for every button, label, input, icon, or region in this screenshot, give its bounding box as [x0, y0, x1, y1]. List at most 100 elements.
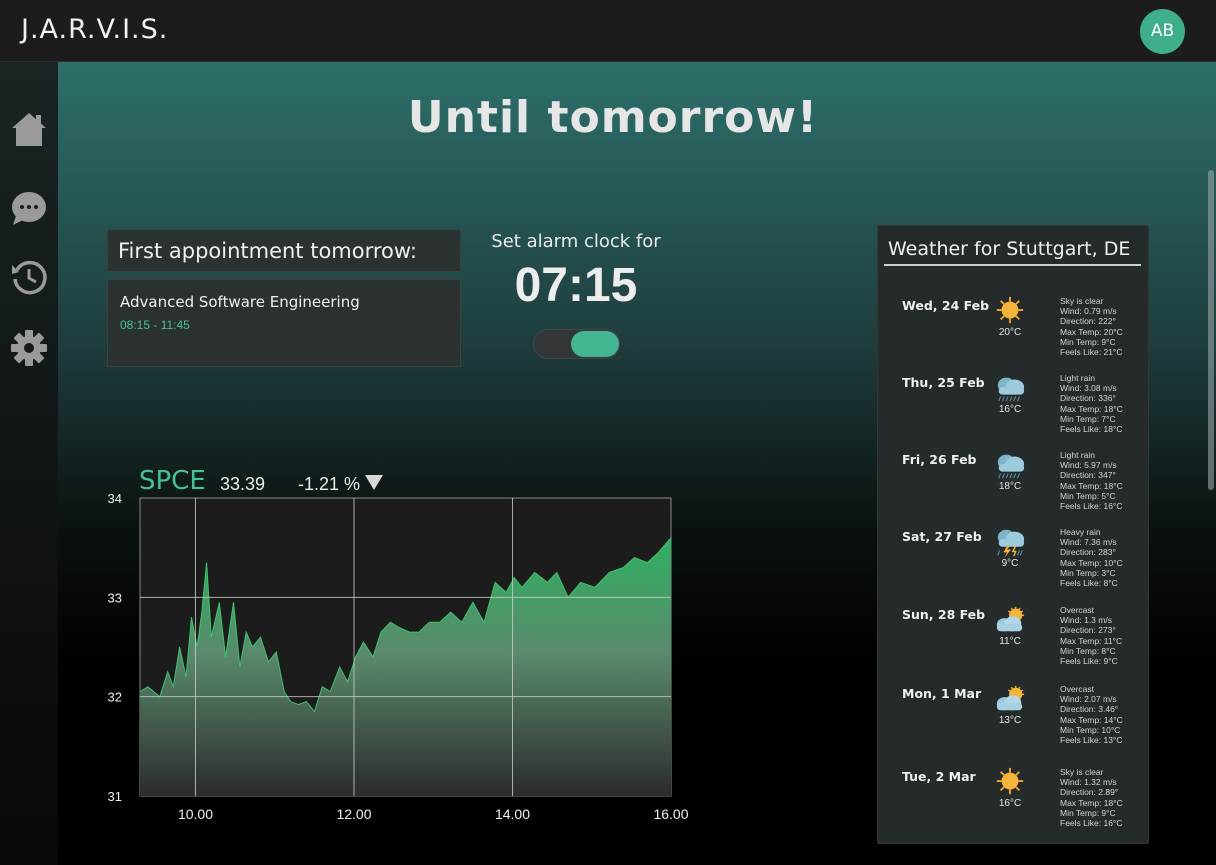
weather-day-row: Thu, 25 Feb 16°C Light rain Wind: 3.08 m/s D…: [878, 373, 1150, 445]
weather-day-row: Sat, 27 Feb 9°C Heavy rain Wind: 7.36 m/s Di…: [878, 527, 1150, 599]
weather-date: Thu, 25 Feb: [902, 375, 985, 390]
weather-max-temp: Max Temp: 14°C: [1060, 714, 1123, 725]
weather-min-temp: Min Temp: 3°C: [1060, 567, 1116, 578]
top-bar: J.A.R.V.I.S. AB: [0, 0, 1216, 62]
weather-desc: Overcast: [1060, 605, 1095, 615]
weather-temp: 11°C: [999, 636, 1021, 647]
scrollbar[interactable]: [1208, 170, 1214, 490]
page-heading: Until tomorrow!: [407, 92, 819, 143]
weather-max-temp: Max Temp: 18°C: [1060, 797, 1123, 808]
weather-min-temp: Min Temp: 7°C: [1060, 413, 1116, 424]
weather-details: Heavy rain Wind: 7.36 m/s Direction: 283° M…: [1060, 527, 1150, 588]
weather-min-temp: Min Temp: 9°C: [1060, 336, 1116, 347]
weather-max-temp: Max Temp: 20°C: [1060, 326, 1123, 337]
sun-icon: [996, 296, 1024, 324]
weather-max-temp: Max Temp: 11°C: [1060, 635, 1123, 646]
weather-feels-like: Feels Like: 21°C: [1060, 347, 1123, 358]
y-tick-label: 32: [108, 690, 122, 705]
weather-max-temp: Max Temp: 18°C: [1060, 480, 1123, 491]
weather-direction: Direction: 273°: [1060, 625, 1116, 636]
weather-temp: 16°C: [998, 404, 1022, 415]
weather-feels-like: Feels Like: 9°C: [1060, 656, 1118, 667]
chat-icon[interactable]: [10, 189, 48, 227]
partly-cloudy-icon: [996, 606, 1025, 632]
weather-wind: Wind: 1.3 m/s: [1060, 615, 1112, 626]
weather-panel: Weather for Stuttgart, DE Wed, 24 Feb 20°…: [877, 225, 1149, 844]
sidebar: [0, 62, 58, 865]
user-avatar[interactable]: AB: [1140, 9, 1185, 54]
weather-min-temp: Min Temp: 9°C: [1060, 807, 1116, 818]
weather-wind: Wind: 7.36 m/s: [1060, 537, 1117, 548]
weather-wind: Wind: 3.08 m/s: [1060, 383, 1117, 394]
y-tick-label: 31: [108, 789, 122, 804]
weather-desc: Sky is clear: [1060, 767, 1104, 777]
app-title: J.A.R.V.I.S.: [21, 14, 169, 45]
partly-cloudy-icon: [996, 685, 1025, 711]
weather-direction: Direction: 283°: [1060, 547, 1116, 558]
stock-chart: 10.00 12.00 14.00 16.00 31 32 33 34: [108, 491, 689, 822]
weather-date: Mon, 1 Mar: [902, 686, 982, 701]
weather-feels-like: Feels Like: 16°C: [1060, 501, 1123, 512]
x-tick-label: 12.00: [336, 806, 371, 822]
home-icon[interactable]: [10, 110, 48, 148]
weather-day-row: Tue, 2 Mar 16°C Sky is clear Wind: 1.32 m/s…: [878, 767, 1150, 839]
weather-divider: [884, 264, 1141, 266]
weather-day-row: Sun, 28 Feb 11°C Overcast Wind: 1.3 m/s Dire…: [878, 605, 1150, 677]
weather-wind: Wind: 0.79 m/s: [1060, 306, 1117, 317]
weather-title: Weather for Stuttgart, DE: [888, 238, 1131, 260]
weather-direction: Direction: 3.46°: [1060, 704, 1119, 715]
alarm-toggle-knob: [571, 331, 619, 357]
gear-icon[interactable]: [10, 329, 48, 367]
weather-desc: Overcast: [1060, 684, 1095, 694]
x-tick-label: 10.00: [178, 806, 213, 822]
weather-direction: Direction: 347°: [1060, 470, 1116, 481]
x-tick-label: 14.00: [495, 806, 530, 822]
weather-date: Sat, 27 Feb: [902, 529, 982, 544]
y-tick-label: 33: [108, 590, 122, 605]
sun-icon: [996, 767, 1024, 795]
weather-feels-like: Feels Like: 8°C: [1060, 578, 1118, 589]
weather-details: Overcast Wind: 2.07 m/s Direction: 3.46° Ma…: [1060, 684, 1150, 745]
weather-temp: 18°C: [998, 481, 1022, 492]
rain-cloud-icon: [997, 377, 1025, 402]
weather-details: Light rain Wind: 5.97 m/s Direction: 347° M…: [1060, 450, 1150, 511]
weather-temp: 20°C: [998, 327, 1022, 338]
weather-date: Fri, 26 Feb: [902, 452, 977, 467]
weather-feels-like: Feels Like: 13°C: [1060, 735, 1123, 746]
rain-cloud-icon: [997, 454, 1025, 479]
y-tick-label: 34: [108, 491, 122, 506]
weather-temp: 13°C: [998, 715, 1022, 726]
weather-day-row: Fri, 26 Feb 18°C Light rain Wind: 5.97 m/s D…: [878, 450, 1150, 522]
weather-date: Sun, 28 Feb: [902, 607, 986, 622]
weather-feels-like: Feels Like: 18°C: [1060, 424, 1123, 435]
weather-details: Sky is clear Wind: 0.79 m/s Direction: 222…: [1060, 296, 1150, 357]
weather-wind: Wind: 2.07 m/s: [1060, 694, 1117, 705]
weather-wind: Wind: 5.97 m/s: [1060, 460, 1117, 471]
appointment-name: Advanced Software Engineering: [120, 293, 360, 311]
down-arrow-icon: [365, 475, 383, 490]
weather-day-row: Mon, 1 Mar 13°C Overcast Wind: 2.07 m/s Dire…: [878, 684, 1150, 756]
weather-details: Sky is clear Wind: 1.32 m/s Direction: 2.8…: [1060, 767, 1150, 828]
weather-desc: Sky is clear: [1060, 296, 1104, 306]
weather-temp: 16°C: [998, 798, 1022, 809]
weather-date: Tue, 2 Mar: [902, 769, 976, 784]
weather-desc: Heavy rain: [1060, 527, 1101, 537]
appointment-card[interactable]: Advanced Software Engineering 08:15 - 11…: [107, 279, 461, 367]
weather-direction: Direction: 336°: [1060, 393, 1116, 404]
weather-feels-like: Feels Like: 16°C: [1060, 818, 1123, 829]
weather-direction: Direction: 222°: [1060, 316, 1116, 327]
alarm-toggle[interactable]: [533, 329, 620, 359]
history-icon[interactable]: [10, 258, 48, 296]
weather-direction: Direction: 2.89°: [1060, 787, 1119, 798]
weather-wind: Wind: 1.32 m/s: [1060, 777, 1117, 788]
weather-min-temp: Min Temp: 10°C: [1060, 724, 1121, 735]
weather-date: Wed, 24 Feb: [902, 298, 990, 313]
alarm-label: Set alarm clock for: [491, 231, 661, 252]
weather-details: Light rain Wind: 3.08 m/s Direction: 336° M…: [1060, 373, 1150, 434]
appointment-title: First appointment tomorrow:: [118, 239, 417, 263]
x-tick-label: 16.00: [653, 806, 688, 822]
thunderstorm-icon: [997, 529, 1025, 558]
weather-details: Overcast Wind: 1.3 m/s Direction: 273° Max …: [1060, 605, 1150, 666]
weather-day-row: Wed, 24 Feb 20°C Sky is clear Wind: 0.79 m/…: [878, 296, 1150, 368]
alarm-time[interactable]: 07:15: [476, 258, 676, 313]
